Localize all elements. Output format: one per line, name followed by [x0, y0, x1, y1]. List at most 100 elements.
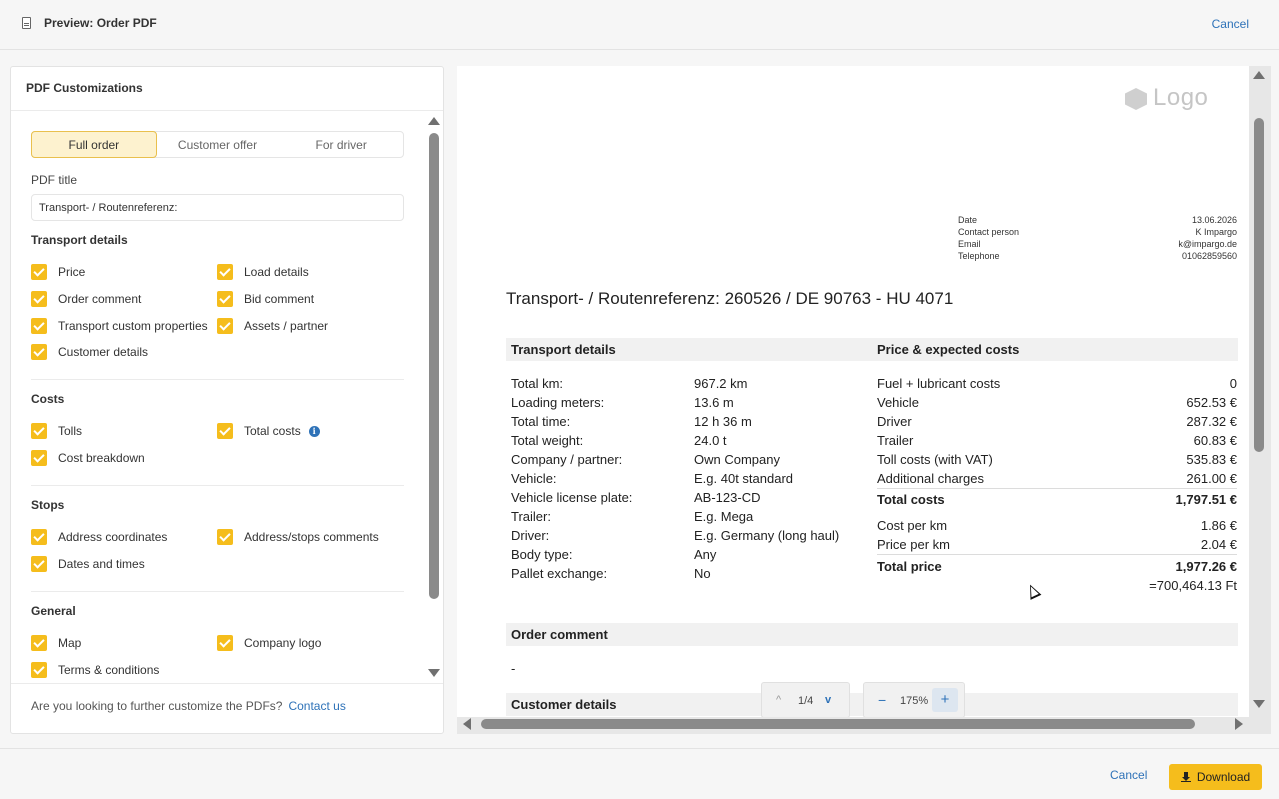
checkbox-map[interactable]: Map — [31, 635, 81, 651]
checkbox-dates-and-times[interactable]: Dates and times — [31, 556, 145, 572]
checkbox-load-details[interactable]: Load details — [217, 264, 309, 280]
detail-label: Total weight: — [511, 433, 584, 448]
contact-us-link[interactable]: Contact us — [288, 699, 345, 713]
checkbox-transport-custom-properties[interactable]: Transport custom properties — [31, 318, 208, 334]
section-header-order-comment: Order comment — [506, 623, 1238, 646]
panel-title: PDF Customizations — [26, 81, 143, 95]
checkbox-total-costs[interactable]: Total costs i — [217, 423, 320, 439]
price-per-km-label: Price per km — [877, 537, 950, 552]
pdf-customizations-panel: PDF Customizations Full order Customer o… — [10, 66, 444, 734]
detail-label: Driver: — [511, 528, 550, 543]
checkbox-address-coordinates[interactable]: Address coordinates — [31, 529, 167, 545]
cost-value: 60.83 € — [1193, 433, 1237, 448]
scroll-right-arrow-icon[interactable] — [1235, 718, 1243, 730]
company-logo: Logo — [1123, 84, 1215, 124]
checkbox-checked-icon — [217, 291, 233, 307]
scroll-up-arrow-icon[interactable] — [1253, 71, 1265, 79]
scroll-left-arrow-icon[interactable] — [463, 718, 471, 730]
checkbox-checked-icon — [217, 635, 233, 651]
cost-label: Fuel + lubricant costs — [877, 376, 1001, 391]
tab-for-driver[interactable]: For driver — [279, 132, 403, 157]
modal-title: Preview: Order PDF — [44, 16, 157, 30]
checkbox-checked-icon — [217, 318, 233, 334]
checkbox-assets-partner[interactable]: Assets / partner — [217, 318, 328, 334]
checkbox-checked-icon — [217, 529, 233, 545]
detail-value: 967.2 km — [694, 376, 748, 391]
detail-value: No — [694, 566, 711, 581]
meta-value-email: k@impargo.de — [1178, 239, 1237, 249]
checkbox-checked-icon — [31, 318, 47, 334]
detail-label: Pallet exchange: — [511, 566, 608, 581]
scroll-up-arrow-icon[interactable] — [428, 117, 440, 125]
cost-label: Driver — [877, 414, 912, 429]
zoom-out-button[interactable]: − — [878, 692, 886, 708]
divider — [31, 379, 404, 380]
scroll-down-arrow-icon[interactable] — [1253, 700, 1265, 708]
meta-label-contact: Contact person — [958, 227, 1020, 237]
checkbox-customer-details[interactable]: Customer details — [31, 344, 148, 360]
customize-help-text: Are you looking to further customize the… — [31, 699, 346, 713]
checkbox-cost-breakdown[interactable]: Cost breakdown — [31, 450, 145, 466]
tab-customer-offer[interactable]: Customer offer — [156, 132, 280, 157]
left-panel-scrollbar[interactable] — [428, 117, 440, 683]
pdf-page: Logo Date 13.06.2026 Contact person K Im… — [457, 66, 1249, 717]
divider — [11, 683, 443, 684]
detail-label: Trailer: — [511, 509, 551, 524]
detail-label: Total km: — [511, 376, 564, 391]
modal-footer: Cancel Download — [0, 748, 1279, 799]
total-price-huf: =700,464.13 Ft — [1149, 578, 1237, 593]
scroll-down-arrow-icon[interactable] — [428, 669, 440, 677]
checkbox-terms-conditions[interactable]: Terms & conditions — [31, 662, 159, 678]
pdf-document-title: Transport- / Routenreferenz: 260526 / DE… — [506, 289, 954, 308]
cost-label: Vehicle — [877, 395, 919, 410]
pdf-title-input[interactable] — [31, 194, 404, 221]
checkbox-tolls[interactable]: Tolls — [31, 423, 82, 439]
checkbox-bid-comment[interactable]: Bid comment — [217, 291, 314, 307]
checkbox-checked-icon — [31, 264, 47, 280]
price-per-km-value: 2.04 € — [1200, 537, 1237, 552]
total-costs-label: Total costs — [877, 492, 945, 507]
cost-label: Toll costs (with VAT) — [877, 452, 993, 467]
next-page-icon[interactable]: v — [825, 694, 831, 706]
tab-full-order[interactable]: Full order — [31, 131, 157, 158]
checkbox-checked-icon — [31, 662, 47, 678]
detail-label: Total time: — [511, 414, 571, 429]
modal-header: Preview: Order PDF Cancel — [0, 0, 1279, 50]
download-button[interactable]: Download — [1169, 764, 1262, 790]
checkbox-price[interactable]: Price — [31, 264, 85, 280]
mouse-cursor-icon — [1024, 582, 1042, 600]
divider — [877, 488, 1237, 489]
detail-value: AB-123-CD — [694, 490, 761, 505]
cost-value: 287.32 € — [1186, 414, 1237, 429]
cost-value: 261.00 € — [1186, 471, 1237, 486]
cost-per-km-value: 1.86 € — [1200, 518, 1237, 533]
pdf-type-segmented-control: Full order Customer offer For driver — [31, 131, 404, 158]
scrollbar-thumb[interactable] — [1254, 118, 1264, 452]
info-icon[interactable]: i — [308, 425, 320, 437]
previous-page-icon[interactable]: ^ — [776, 694, 781, 706]
detail-value: 12 h 36 m — [694, 414, 752, 429]
checkbox-company-logo[interactable]: Company logo — [217, 635, 321, 651]
order-comment-value: - — [511, 661, 516, 676]
section-heading-stops: Stops — [31, 498, 65, 512]
zoom-level: 175% — [900, 695, 929, 707]
detail-label: Vehicle: — [511, 471, 557, 486]
logo-cube-icon — [1125, 88, 1147, 110]
zoom-in-button[interactable]: + — [932, 688, 958, 712]
section-heading-transport: Transport details — [31, 233, 128, 247]
checkbox-checked-icon — [31, 291, 47, 307]
checkbox-checked-icon — [31, 635, 47, 651]
document-icon — [22, 17, 31, 29]
section-header-transport-details: Transport details — [506, 338, 872, 361]
detail-value: Own Company — [694, 452, 780, 467]
scrollbar-thumb[interactable] — [429, 133, 439, 599]
footer-cancel-button[interactable]: Cancel — [1110, 768, 1147, 782]
checkbox-address-stops-comments[interactable]: Address/stops comments — [217, 529, 379, 545]
checkbox-order-comment[interactable]: Order comment — [31, 291, 141, 307]
detail-label: Loading meters: — [511, 395, 605, 410]
header-cancel-button[interactable]: Cancel — [1212, 17, 1249, 31]
scrollbar-thumb[interactable] — [481, 719, 1195, 729]
detail-label: Body type: — [511, 547, 573, 562]
pdf-title-label: PDF title — [31, 173, 78, 187]
zoom-control: − 175% + — [863, 682, 965, 717]
